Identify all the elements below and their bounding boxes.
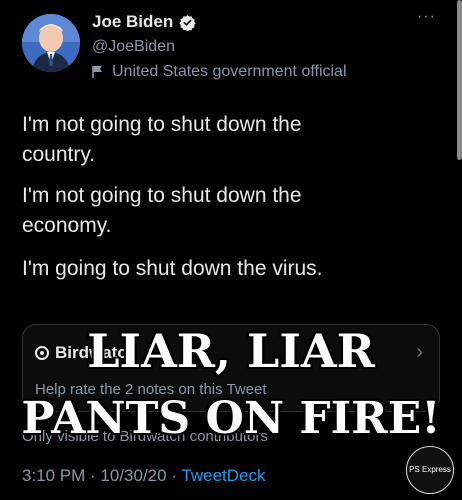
verified-badge-icon bbox=[179, 14, 196, 31]
tweet-text-line-5: I'm going to shut down the virus. bbox=[22, 257, 323, 280]
meme-caption-line-1: LIAR, LIAR bbox=[87, 324, 375, 378]
avatar-image bbox=[22, 14, 80, 72]
tweet-timestamp[interactable]: 3:10 PM · 10/30/20 · bbox=[22, 466, 181, 485]
meme-caption-line-2: PANTS ON FIRE! bbox=[21, 393, 441, 444]
tweet-text-line-3: I'm not going to shut down the bbox=[22, 184, 302, 207]
author-name-row[interactable]: Joe Biden bbox=[92, 12, 196, 32]
more-options-icon[interactable]: ··· bbox=[417, 8, 436, 26]
scrollbar[interactable] bbox=[457, 0, 462, 160]
tweet-text-line-2: country. bbox=[22, 143, 96, 166]
ps-express-watermark: PS Express bbox=[406, 446, 454, 494]
tweet-meta: 3:10 PM · 10/30/20 · TweetDeck bbox=[22, 466, 266, 486]
government-label-text: United States government official bbox=[112, 63, 347, 80]
watermark-text: PS Express bbox=[409, 465, 451, 474]
tweet-text-line-1: I'm not going to shut down the bbox=[22, 113, 302, 136]
flag-icon bbox=[92, 66, 102, 78]
author-handle[interactable]: @JoeBiden bbox=[92, 38, 175, 56]
tweet-text-line-4: economy. bbox=[22, 214, 112, 237]
author-avatar[interactable] bbox=[22, 14, 80, 72]
author-name[interactable]: Joe Biden bbox=[92, 12, 173, 32]
government-label[interactable]: United States government official bbox=[92, 63, 347, 81]
tweet-source-app[interactable]: TweetDeck bbox=[181, 466, 265, 485]
